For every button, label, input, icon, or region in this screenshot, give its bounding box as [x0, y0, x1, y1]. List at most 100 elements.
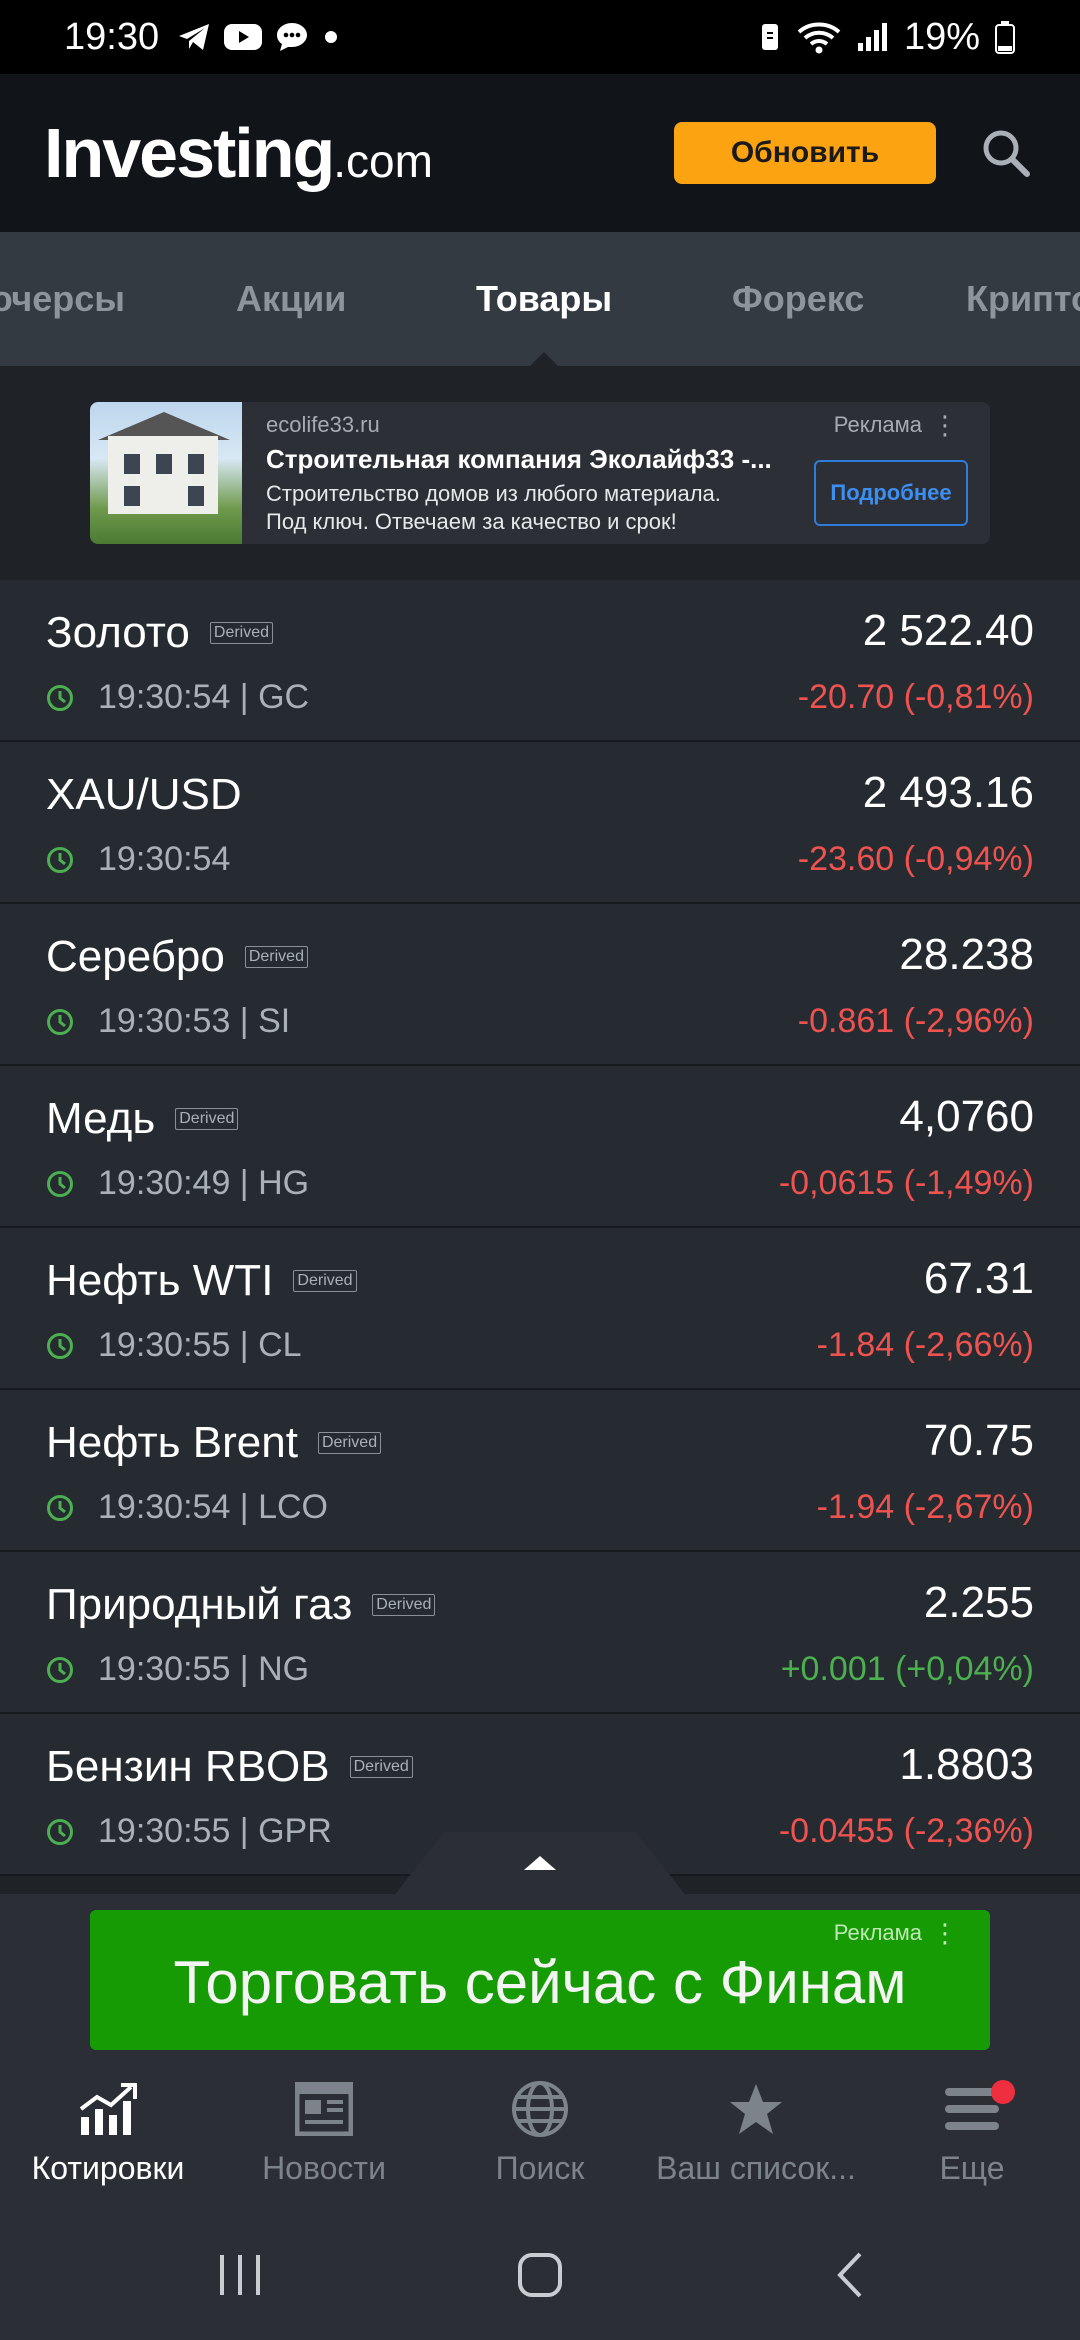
bottom-ad-options-icon[interactable]: ⋮ — [932, 1918, 958, 1949]
quote-meta: 19:30:54 | LCO — [46, 1488, 328, 1527]
tab-commodities[interactable]: Товары — [476, 232, 612, 366]
chevron-up-icon — [394, 1832, 686, 1896]
derived-badge: Derived — [293, 1270, 357, 1292]
clock-icon — [47, 1008, 73, 1035]
ad-label: Реклама — [833, 412, 922, 437]
derived-badge: Derived — [317, 1432, 382, 1454]
quote-change: -0.861 (-2,96%) — [797, 1002, 1034, 1040]
quote-row[interactable]: Природный газ Derived 19:30:55 | NG 2.255… — [0, 1552, 1080, 1714]
active-tab-indicator — [530, 352, 558, 366]
instrument-name: Медь Derived — [46, 1094, 239, 1144]
status-bar: 19:30 19% — [0, 0, 1080, 74]
quote-change: -0,0615 (-1,49%) — [778, 1164, 1034, 1202]
bottom-ad-banner[interactable]: Реклама ⋮ Торговать сейчас с Финам — [90, 1910, 990, 2050]
quote-time: 19:30:55 | CL — [98, 1326, 302, 1364]
notification-dot — [991, 2080, 1015, 2104]
status-time: 19:30 — [64, 15, 160, 58]
quote-change: -0.0455 (-2,36%) — [778, 1812, 1034, 1850]
quote-row[interactable]: Золото Derived 19:30:54 | GC 2 522.40 -20… — [0, 580, 1080, 742]
instrument-name: Природный газ Derived — [46, 1580, 436, 1630]
nav-news[interactable]: Новости — [216, 2070, 432, 2210]
top-ad-banner[interactable]: ecolife33.ru Реклама ⋮ Строительная комп… — [90, 402, 990, 544]
clock-icon — [47, 846, 73, 873]
instrument-name: Золото Derived — [46, 608, 274, 658]
clock-icon — [47, 1170, 73, 1197]
tab-stocks[interactable]: Акции — [236, 232, 346, 366]
quote-meta: 19:30:55 | NG — [46, 1650, 309, 1689]
nav-quotes[interactable]: Котировки — [0, 2070, 216, 2210]
derived-badge: Derived — [244, 946, 308, 968]
telegram-icon — [179, 24, 210, 50]
ad-options-icon[interactable]: ⋮ — [932, 410, 958, 441]
quote-price: 2.255 — [923, 1578, 1034, 1627]
instrument-name: XAU/USD — [46, 770, 242, 819]
quote-price: 1.8803 — [899, 1740, 1034, 1789]
wifi-icon — [797, 22, 841, 54]
system-icons: 19% — [758, 16, 1016, 59]
nav-more[interactable]: Еще — [864, 2070, 1080, 2210]
chat-icon — [277, 23, 308, 51]
nav-search[interactable]: Поиск — [432, 2070, 648, 2210]
quote-row[interactable]: Серебро Derived 19:30:53 | SI 28.238 -0.8… — [0, 904, 1080, 1066]
newspaper-icon — [295, 2082, 353, 2136]
quote-price: 2 522.40 — [862, 606, 1034, 655]
quote-meta: 19:30:49 | HG — [46, 1164, 309, 1203]
globe-icon — [512, 2081, 568, 2137]
app-header: Investing.com Обновить — [0, 74, 1080, 232]
vibrate-icon — [761, 24, 778, 50]
ad-description: Строительство домов из любого материала.… — [266, 481, 721, 534]
derived-badge: Derived — [209, 622, 274, 644]
category-tabs: ючерсы Акции Товары Форекс Крипто — [0, 232, 1080, 366]
quote-row[interactable]: Нефть WTI Derived 19:30:55 | CL 67.31 -1.… — [0, 1228, 1080, 1390]
youtube-icon — [224, 24, 263, 50]
search-button[interactable] — [976, 123, 1036, 183]
ad-title: Строительная компания Эколайф33 -... — [266, 444, 772, 474]
instrument-name: Серебро Derived — [46, 932, 308, 982]
home-button[interactable] — [510, 2210, 570, 2340]
tab-forex[interactable]: Форекс — [732, 232, 864, 366]
derived-badge: Derived — [349, 1756, 413, 1778]
instrument-name: Бензин RBOB Derived — [46, 1742, 413, 1792]
dot-icon — [325, 31, 338, 43]
clock-icon — [47, 1494, 73, 1521]
chart-icon — [79, 2083, 137, 2135]
bottom-ad-text: Торговать сейчас с Финам — [173, 1949, 907, 2016]
recent-apps-icon — [220, 2255, 260, 2295]
quotes-list: Золото Derived 19:30:54 | GC 2 522.40 -20… — [0, 580, 1080, 1876]
quote-price: 67.31 — [923, 1254, 1034, 1303]
quote-change: -1.94 (-2,67%) — [816, 1488, 1034, 1526]
instrument-name: Нефть WTI Derived — [46, 1256, 357, 1306]
expand-handle[interactable] — [394, 1832, 686, 1896]
instrument-name: Нефть Brent Derived — [46, 1418, 382, 1468]
search-icon — [983, 130, 1030, 177]
quote-change: -23.60 (-0,94%) — [797, 840, 1034, 878]
nav-watchlist[interactable]: Ваш список... — [648, 2070, 864, 2210]
quote-meta: 19:30:53 | SI — [46, 1002, 290, 1041]
quote-time: 19:30:49 | HG — [98, 1164, 310, 1202]
quote-row[interactable]: XAU/USD 19:30:54 2 493.16 -23.60 (-0,94%… — [0, 742, 1080, 904]
quote-meta: 19:30:55 | GPR — [46, 1812, 332, 1851]
investing-logo[interactable]: Investing.com — [44, 113, 433, 193]
bottom-navigation: Котировки Новости Поиск Ваш список... Ещ… — [0, 2070, 1080, 2210]
signal-icon — [857, 23, 887, 51]
tab-futures[interactable]: ючерсы — [0, 232, 125, 366]
battery-icon — [995, 21, 1015, 54]
quote-meta: 19:30:54 | GC — [46, 678, 309, 717]
quote-meta: 19:30:55 | CL — [46, 1326, 302, 1365]
clock-icon — [47, 1818, 73, 1845]
quote-price: 28.238 — [899, 930, 1034, 979]
battery-percent: 19% — [903, 15, 980, 58]
quote-price: 70.75 — [923, 1416, 1034, 1465]
quote-time: 19:30:54 | GC — [98, 678, 310, 716]
tab-crypto[interactable]: Крипто — [966, 232, 1080, 366]
system-navigation — [0, 2210, 1080, 2340]
back-button[interactable] — [820, 2210, 880, 2340]
quote-row[interactable]: Нефть Brent Derived 19:30:54 | LCO 70.75 … — [0, 1390, 1080, 1552]
update-button[interactable]: Обновить — [674, 122, 936, 184]
star-icon — [730, 2084, 782, 2134]
ad-more-button[interactable]: Подробнее — [814, 460, 968, 526]
ad-domain: ecolife33.ru — [266, 412, 380, 437]
recent-apps-button[interactable] — [210, 2210, 270, 2340]
quote-time: 19:30:55 | NG — [98, 1650, 310, 1688]
quote-row[interactable]: Медь Derived 19:30:49 | HG 4,0760 -0,0615… — [0, 1066, 1080, 1228]
